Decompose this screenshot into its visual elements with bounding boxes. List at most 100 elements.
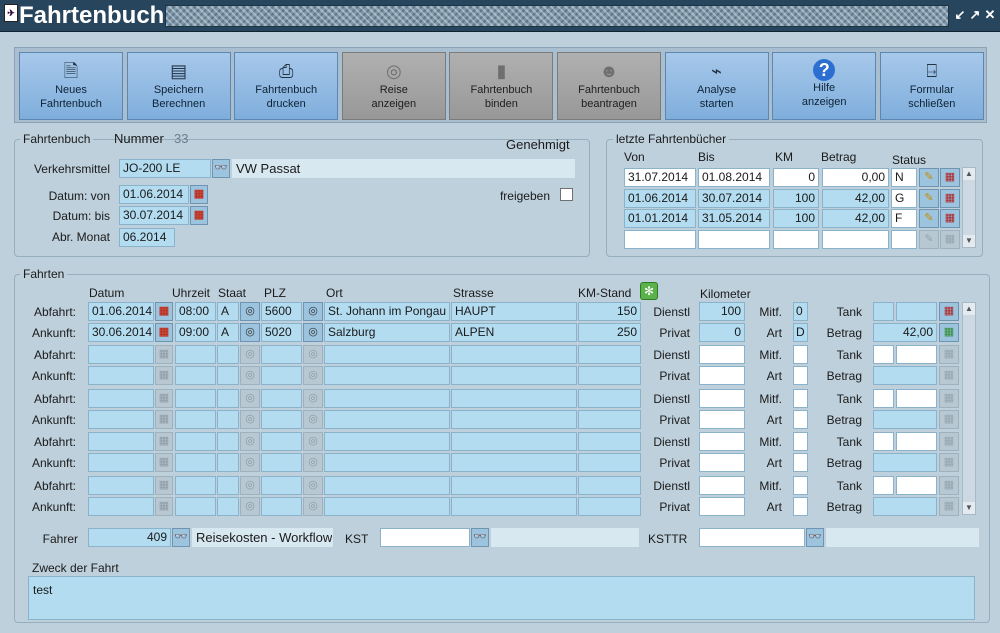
tank-flag-field[interactable]	[873, 432, 894, 452]
betrag-field[interactable]	[873, 496, 937, 516]
datum-field[interactable]	[88, 388, 154, 408]
letzte-km-field[interactable]: 100	[773, 209, 819, 228]
speichern-button[interactable]: ▤ Speichern Berechnen	[126, 52, 231, 120]
tank-flag-field[interactable]	[873, 302, 894, 321]
binoculars-icon[interactable]: ◎	[303, 388, 323, 408]
ksttr-field[interactable]	[699, 528, 805, 547]
letzte-status-field[interactable]: G	[891, 188, 917, 208]
drucken-button[interactable]: ⎙ Fahrtenbuch drucken	[234, 52, 339, 120]
uhrzeit-field[interactable]	[175, 496, 216, 516]
binoculars-icon[interactable]: ◎	[303, 496, 323, 516]
km-stand-field[interactable]	[578, 345, 641, 365]
plz-field[interactable]: 5600	[261, 302, 302, 321]
strasse-field[interactable]	[451, 496, 577, 516]
datum-field[interactable]: 01.06.2014	[88, 302, 154, 321]
mitf-field[interactable]	[793, 388, 808, 408]
freigeben-checkbox[interactable]	[560, 188, 573, 201]
minimize-icon[interactable]: ↙	[953, 6, 967, 24]
analyse-button[interactable]: ⌁ Analyse starten	[664, 52, 769, 120]
datum-field[interactable]	[88, 475, 154, 495]
schliessen-button[interactable]: ⍈ Formular schließen	[879, 52, 984, 120]
calendar-icon[interactable]: ▦	[190, 185, 208, 204]
beantragen-button[interactable]: ☻ Fahrtenbuch beantragen	[557, 52, 661, 120]
binoculars-icon[interactable]: ◎	[240, 409, 260, 429]
tank-flag-field[interactable]	[873, 345, 894, 365]
calendar-icon[interactable]: ▦	[155, 432, 173, 452]
delete-grid-icon[interactable]: ▦	[940, 209, 960, 228]
binoculars-icon[interactable]: ◎	[303, 453, 323, 473]
staat-field[interactable]	[217, 366, 239, 386]
staat-field[interactable]: A	[217, 323, 239, 342]
close-icon[interactable]: ✕	[983, 6, 997, 24]
tank-field[interactable]	[896, 302, 937, 321]
tank-flag-field[interactable]	[873, 475, 894, 495]
km-stand-field[interactable]	[578, 432, 641, 452]
ort-field[interactable]	[324, 475, 450, 495]
ort-field[interactable]	[324, 345, 450, 365]
mitf-field[interactable]	[793, 432, 808, 452]
restore-icon[interactable]: ↗	[968, 6, 982, 24]
binoculars-icon[interactable]: 👓	[212, 159, 230, 178]
mitf-field[interactable]: 0	[793, 302, 808, 321]
letzte-status-field[interactable]: N	[891, 168, 917, 187]
strasse-field[interactable]	[451, 366, 577, 386]
tank-field[interactable]	[896, 345, 937, 365]
add-row-icon[interactable]: ▦	[939, 323, 959, 342]
scroll-down-icon[interactable]: ▼	[963, 235, 975, 247]
letzte-bis-field[interactable]	[698, 229, 770, 249]
edit-pencil-icon[interactable]: ✎	[919, 168, 939, 187]
calendar-icon[interactable]: ▦	[155, 345, 173, 365]
binoculars-icon[interactable]: ◎	[303, 323, 323, 342]
uhrzeit-field[interactable]	[175, 453, 216, 473]
uhrzeit-field[interactable]: 09:00	[175, 323, 216, 342]
verkehrsmittel-field[interactable]: JO-200 LE	[119, 159, 211, 178]
datum-field[interactable]	[88, 453, 154, 473]
binoculars-icon[interactable]: ◎	[303, 302, 323, 321]
uhrzeit-field[interactable]	[175, 475, 216, 495]
uhrzeit-field[interactable]	[175, 345, 216, 365]
plz-field[interactable]	[261, 409, 302, 429]
staat-field[interactable]	[217, 432, 239, 452]
binoculars-icon[interactable]: ◎	[240, 366, 260, 386]
km-stand-field[interactable]	[578, 475, 641, 495]
km-stand-field[interactable]	[578, 496, 641, 516]
binoculars-icon[interactable]: 👓	[806, 528, 824, 547]
uhrzeit-field[interactable]	[175, 388, 216, 408]
uhrzeit-field[interactable]: 08:00	[175, 302, 216, 321]
refresh-gear-icon[interactable]: ✻	[640, 282, 658, 300]
privat-km-field[interactable]	[699, 409, 745, 429]
plz-field[interactable]	[261, 453, 302, 473]
art-field[interactable]: D	[793, 323, 808, 342]
km-stand-field[interactable]	[578, 366, 641, 386]
letzte-bis-field[interactable]: 30.07.2014	[698, 188, 770, 208]
datum-field[interactable]	[88, 409, 154, 429]
hilfe-button[interactable]: ? Hilfe anzeigen	[772, 52, 877, 120]
binoculars-icon[interactable]: ◎	[303, 475, 323, 495]
uhrzeit-field[interactable]	[175, 432, 216, 452]
dienstl-km-field[interactable]	[699, 432, 745, 452]
delete-row-icon[interactable]: ▦	[939, 345, 959, 365]
staat-field[interactable]	[217, 475, 239, 495]
binoculars-icon[interactable]: ◎	[303, 409, 323, 429]
neues-button[interactable]: 🗎 Neues Fahrtenbuch	[19, 52, 123, 120]
dienstl-km-field[interactable]: 100	[699, 302, 745, 321]
delete-row-icon[interactable]: ▦	[939, 302, 959, 321]
ort-field[interactable]: St. Johann im Pongau	[324, 302, 450, 321]
delete-grid-icon[interactable]: ▦	[940, 168, 960, 187]
betrag-field[interactable]	[873, 453, 937, 473]
mitf-field[interactable]	[793, 345, 808, 365]
km-stand-field[interactable]	[578, 409, 641, 429]
uhrzeit-field[interactable]	[175, 366, 216, 386]
zweck-textarea[interactable]: test	[28, 576, 975, 620]
datum-field[interactable]	[88, 345, 154, 365]
dienstl-km-field[interactable]	[699, 475, 745, 495]
delete-row-icon[interactable]: ▦	[939, 388, 959, 408]
delete-row-icon[interactable]: ▦	[939, 475, 959, 495]
binoculars-icon[interactable]: 👓	[471, 528, 489, 547]
datum-von-field[interactable]: 01.06.2014	[119, 185, 189, 204]
letzte-von-field[interactable]: 01.06.2014	[624, 188, 696, 208]
datum-bis-field[interactable]: 30.07.2014	[119, 206, 189, 225]
ort-field[interactable]	[324, 496, 450, 516]
letzte-betrag-field[interactable]: 0,00	[822, 168, 889, 187]
strasse-field[interactable]: HAUPT	[451, 302, 577, 321]
